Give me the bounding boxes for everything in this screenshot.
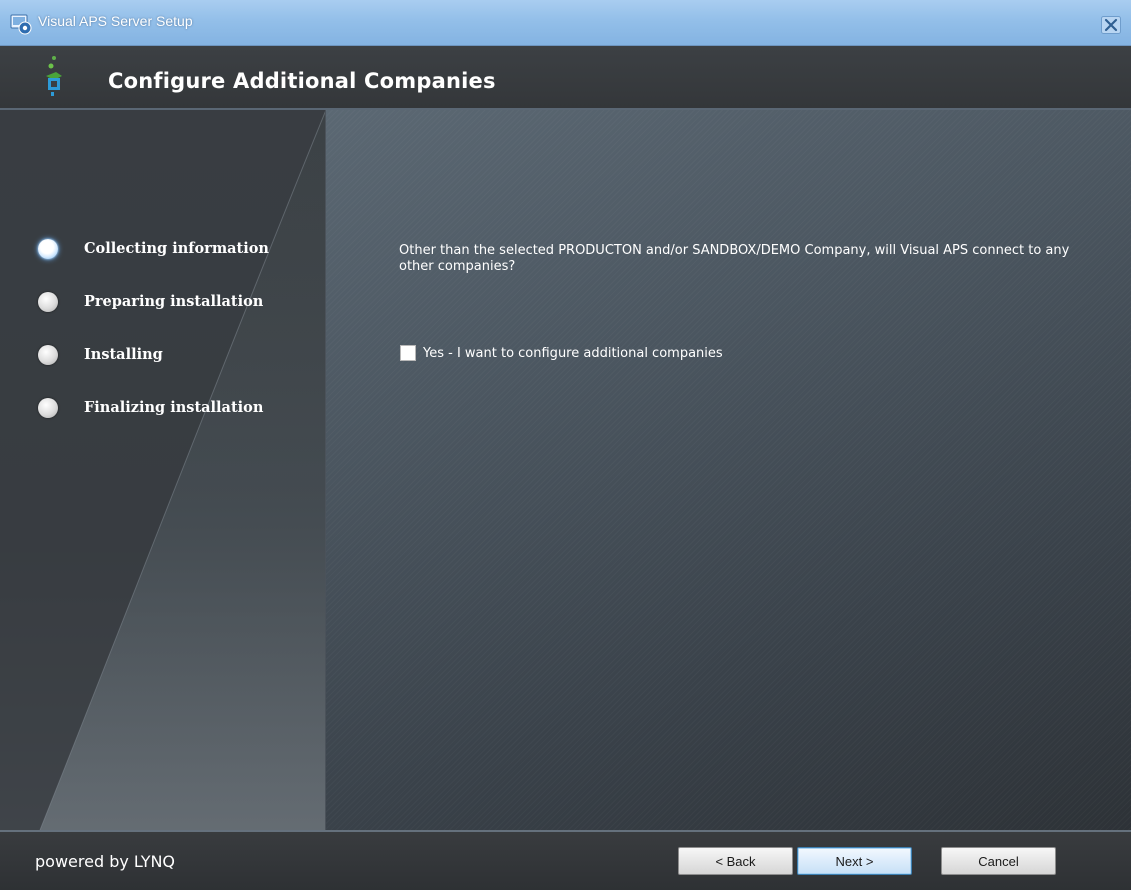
- checkbox-label[interactable]: Yes - I want to configure additional com…: [423, 346, 723, 361]
- wizard-header: Configure Additional Companies: [0, 46, 1131, 110]
- back-button[interactable]: < Back: [678, 847, 793, 875]
- install-steps-list: Collecting information Preparing install…: [38, 237, 269, 449]
- cancel-button[interactable]: Cancel: [941, 847, 1056, 875]
- step-collecting-information: Collecting information: [38, 237, 269, 290]
- step-installing: Installing: [38, 343, 269, 396]
- next-button[interactable]: Next >: [797, 847, 912, 875]
- step-label: Preparing installation: [84, 293, 264, 310]
- step-finalizing-installation: Finalizing installation: [38, 396, 269, 449]
- step-label: Installing: [84, 346, 163, 363]
- step-pending-indicator-icon: [38, 398, 58, 418]
- step-label: Collecting information: [84, 240, 269, 257]
- step-label: Finalizing installation: [84, 399, 264, 416]
- window-titlebar[interactable]: Visual APS Server Setup: [0, 0, 1131, 46]
- configure-additional-companies-option[interactable]: Yes - I want to configure additional com…: [400, 345, 723, 361]
- window-title: Visual APS Server Setup: [38, 13, 193, 29]
- configure-additional-companies-checkbox[interactable]: [400, 345, 416, 361]
- steps-sidebar: Collecting information Preparing install…: [0, 110, 326, 830]
- powered-by-text: powered by LYNQ: [35, 852, 176, 871]
- sidebar-decoration: [0, 110, 325, 830]
- close-icon[interactable]: [1101, 16, 1121, 34]
- page-title: Configure Additional Companies: [108, 69, 496, 93]
- wizard-content: Other than the selected PRODUCTON and/or…: [326, 110, 1131, 830]
- wizard-footer: powered by LYNQ < Back Next > Cancel: [0, 830, 1131, 890]
- step-active-indicator-icon: [38, 239, 58, 259]
- step-pending-indicator-icon: [38, 292, 58, 312]
- wizard-figure-icon: [46, 56, 62, 96]
- additional-companies-question: Other than the selected PRODUCTON and/or…: [399, 243, 1070, 274]
- step-preparing-installation: Preparing installation: [38, 290, 269, 343]
- installer-app-icon: [10, 14, 32, 35]
- step-pending-indicator-icon: [38, 345, 58, 365]
